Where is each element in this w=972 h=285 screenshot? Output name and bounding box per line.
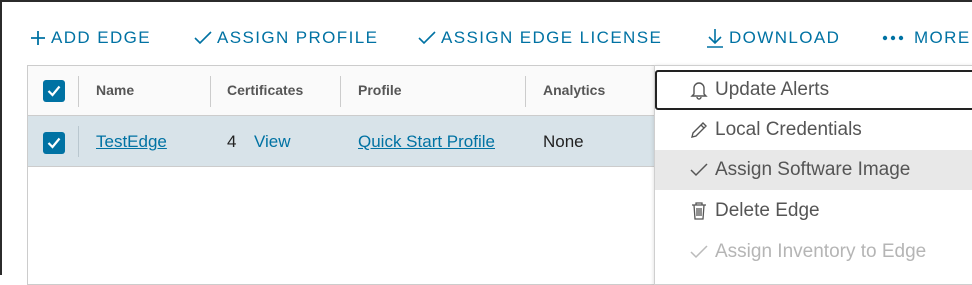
row-select-checkbox[interactable]	[43, 132, 65, 154]
app-frame: ADD EDGE ASSIGN PROFILE ASSIGN EDGE LICE…	[0, 0, 972, 285]
download-label: DOWNLOAD	[729, 28, 841, 47]
add-edge-label: ADD EDGE	[51, 28, 151, 47]
edge-name-link[interactable]: TestEdge	[96, 132, 167, 152]
ellipsis-icon	[882, 35, 904, 41]
check-icon	[47, 85, 61, 97]
assign-edge-license-label: ASSIGN EDGE LICENSE	[441, 28, 663, 47]
more-button[interactable]: MORE	[882, 26, 971, 50]
bell-icon	[689, 80, 709, 100]
add-edge-button[interactable]: ADD EDGE	[30, 26, 151, 50]
menu-item-label: Delete Edge	[715, 200, 820, 221]
column-separator	[210, 76, 211, 107]
check-icon	[47, 137, 61, 149]
column-separator	[525, 76, 526, 107]
menu-item-update-alerts[interactable]: Update Alerts	[655, 70, 972, 110]
column-header-analytics[interactable]: Analytics	[543, 82, 605, 98]
column-separator	[340, 76, 341, 107]
menu-item-label: Assign Inventory to Edge	[715, 241, 927, 262]
check-icon	[689, 160, 709, 180]
menu-item-label: Assign Software Image	[715, 159, 911, 180]
view-certificates-link[interactable]: View	[254, 132, 291, 152]
column-separator	[78, 76, 79, 107]
check-icon	[418, 30, 436, 46]
column-separator	[78, 126, 79, 157]
analytics-value: None	[543, 132, 584, 151]
more-label: MORE	[914, 28, 971, 47]
download-button[interactable]: DOWNLOAD	[706, 26, 840, 50]
menu-item-label: Update Alerts	[715, 79, 830, 100]
menu-item-local-credentials[interactable]: Local Credentials	[655, 110, 972, 150]
menu-item-assign-inventory: Assign Inventory to Edge	[655, 232, 972, 272]
assign-edge-license-button[interactable]: ASSIGN EDGE LICENSE	[418, 26, 662, 50]
more-actions-menu: Update Alerts Local Credentials Assign S…	[654, 65, 972, 285]
download-icon	[706, 28, 724, 48]
profile-link[interactable]: Quick Start Profile	[358, 132, 495, 152]
menu-item-label: Local Credentials	[715, 119, 862, 140]
select-all-checkbox[interactable]	[43, 80, 65, 102]
menu-item-delete-edge[interactable]: Delete Edge	[655, 191, 972, 231]
plus-icon	[30, 30, 46, 46]
certificate-count: 4	[227, 132, 237, 151]
action-toolbar: ADD EDGE ASSIGN PROFILE ASSIGN EDGE LICE…	[2, 16, 972, 60]
check-icon	[194, 30, 212, 46]
assign-profile-button[interactable]: ASSIGN PROFILE	[194, 26, 378, 50]
column-header-profile[interactable]: Profile	[358, 82, 402, 98]
column-header-name[interactable]: Name	[96, 82, 134, 98]
pencil-icon	[689, 120, 709, 140]
trash-icon	[689, 201, 709, 221]
check-icon	[689, 242, 709, 262]
assign-profile-label: ASSIGN PROFILE	[217, 28, 379, 47]
column-header-certificates[interactable]: Certificates	[227, 82, 303, 98]
menu-item-assign-software-image[interactable]: Assign Software Image	[655, 150, 972, 190]
